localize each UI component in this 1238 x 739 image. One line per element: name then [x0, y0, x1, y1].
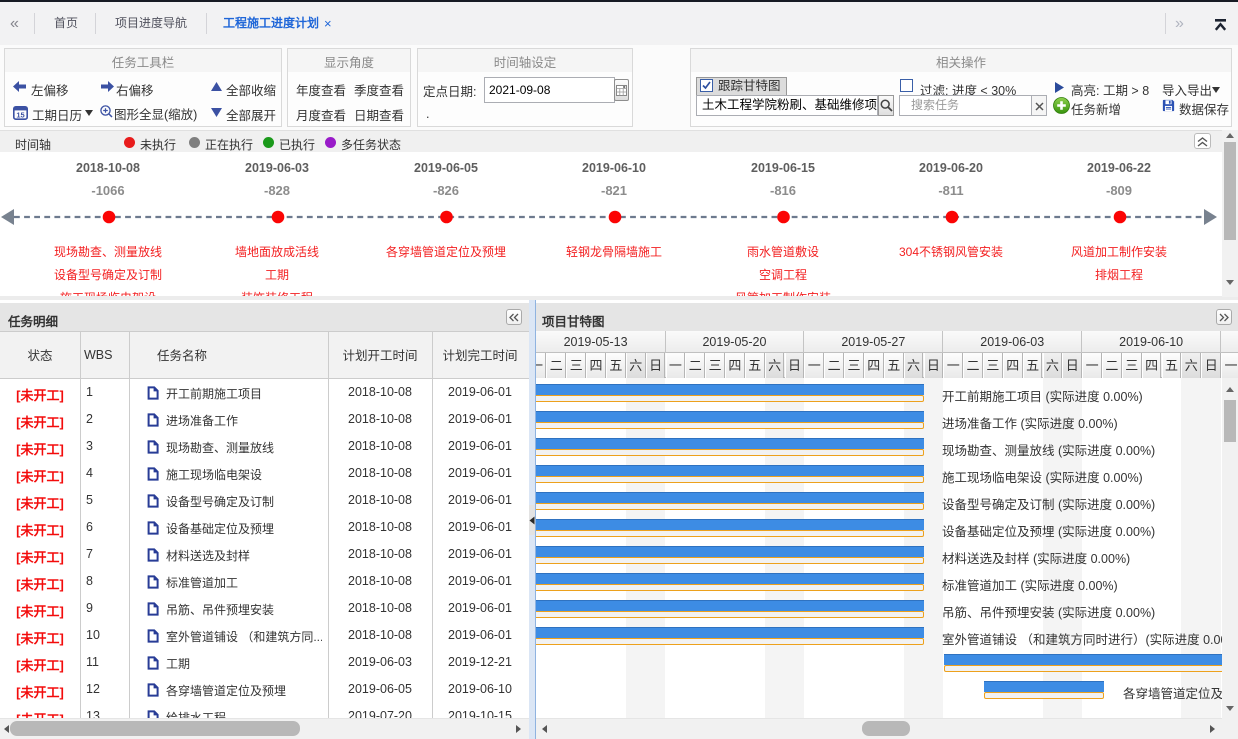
svg-text:15: 15	[16, 110, 24, 119]
